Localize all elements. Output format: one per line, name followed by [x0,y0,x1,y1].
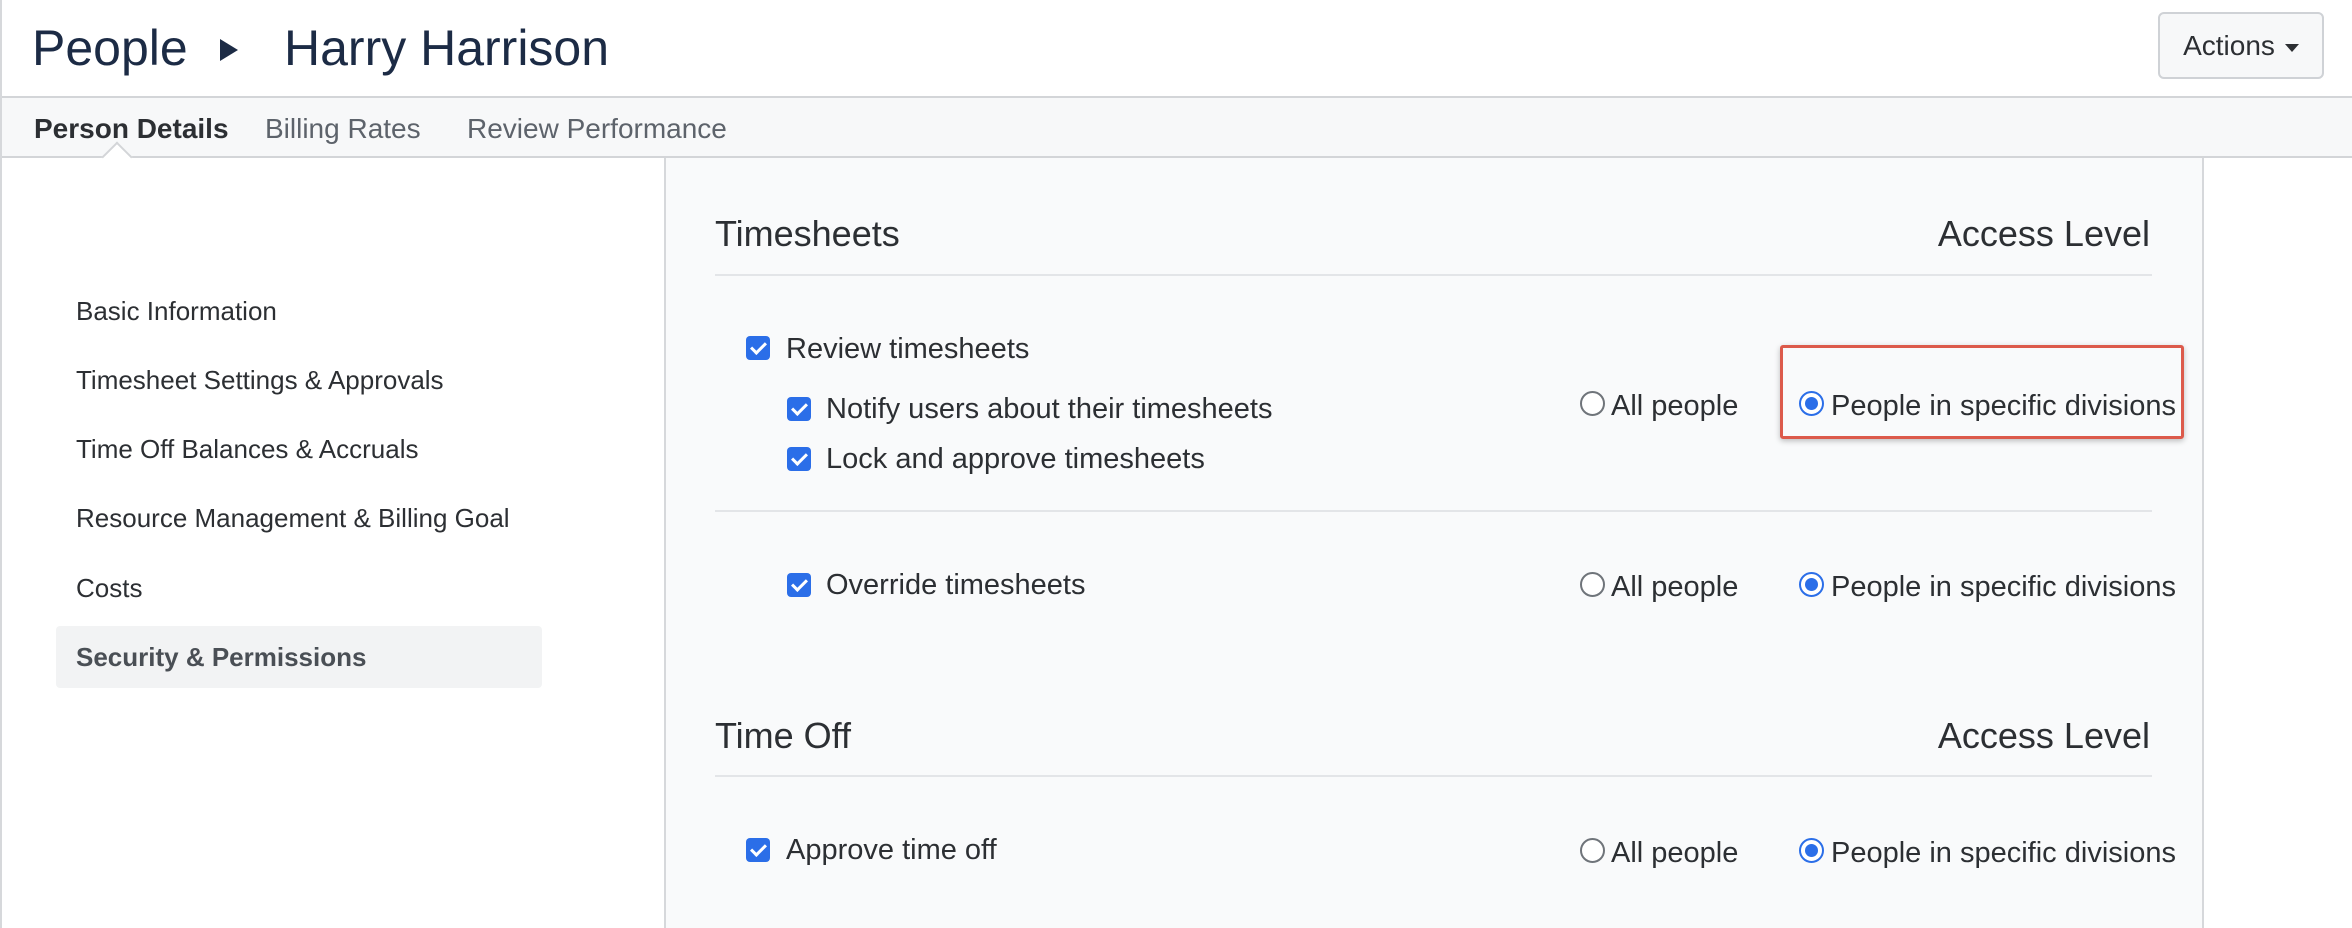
page-header: People Harry Harrison Actions [2,0,2352,98]
tab-person-details[interactable]: Person Details [34,112,229,146]
breadcrumb-people-link[interactable]: People [32,18,188,78]
review-all-people-label: All people [1611,390,1739,422]
notify-users-checkbox[interactable] [787,397,811,421]
override-specific-divisions-radio[interactable] [1799,572,1824,597]
sidebar-item-resource-management[interactable]: Resource Management & Billing Goal [76,502,510,534]
notify-users-label: Notify users about their timesheets [826,393,1273,425]
approve-time-off-checkbox[interactable] [746,838,770,862]
review-timesheets-checkbox[interactable] [746,336,770,360]
sidebar-item-timesheet-settings[interactable]: Timesheet Settings & Approvals [76,364,444,396]
breadcrumb-separator-icon [220,39,238,61]
section-divider [715,274,2152,276]
tab-bar: Person Details Billing Rates Review Perf… [2,98,2352,158]
time-off-specific-divisions-radio[interactable] [1799,838,1824,863]
sidebar-item-time-off-balances[interactable]: Time Off Balances & Accruals [76,433,418,465]
section-title-timesheets: Timesheets [715,213,900,254]
page: People Harry Harrison Actions Person Det… [0,0,2352,928]
actions-button-label: Actions [2183,29,2275,61]
approve-time-off-label: Approve time off [786,834,997,866]
tab-billing-rates[interactable]: Billing Rates [265,112,421,146]
override-all-people-label: All people [1611,571,1739,603]
time-off-specific-divisions-label: People in specific divisions [1831,837,2176,869]
access-level-header: Access Level [1937,213,2150,254]
access-level-header: Access Level [1937,715,2150,756]
time-off-all-people-radio[interactable] [1580,838,1605,863]
override-timesheets-label: Override timesheets [826,569,1086,601]
override-all-people-radio[interactable] [1580,572,1605,597]
override-specific-divisions-label: People in specific divisions [1831,571,2176,603]
sidebar-item-basic-information[interactable]: Basic Information [76,295,277,327]
section-title-time-off: Time Off [715,715,852,756]
actions-button[interactable]: Actions [2158,12,2324,79]
lock-approve-label: Lock and approve timesheets [826,443,1205,475]
review-timesheets-label: Review timesheets [786,333,1030,365]
review-all-people-radio[interactable] [1580,391,1605,416]
sidebar-item-security-permissions[interactable]: Security & Permissions [76,641,366,673]
highlight-box [1780,345,2184,439]
tab-review-performance[interactable]: Review Performance [467,112,727,146]
sidebar-item-costs[interactable]: Costs [76,572,142,604]
page-title: Harry Harrison [284,20,610,76]
row-divider [715,510,2152,512]
lock-approve-checkbox[interactable] [787,447,811,471]
override-timesheets-checkbox[interactable] [787,573,811,597]
caret-down-icon [2284,43,2299,52]
time-off-all-people-label: All people [1611,837,1739,869]
section-divider [715,775,2152,777]
